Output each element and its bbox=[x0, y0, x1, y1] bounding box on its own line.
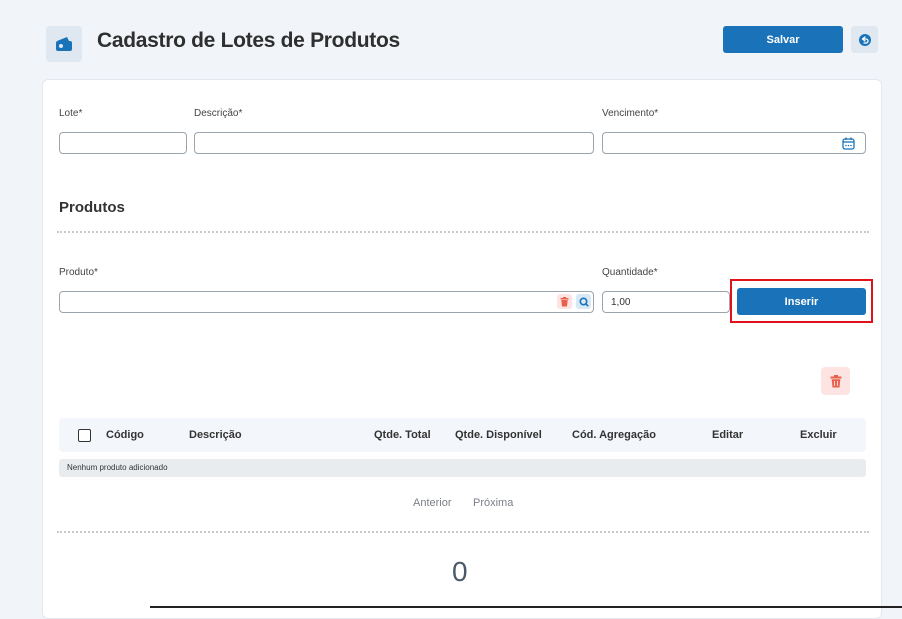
select-all-checkbox[interactable] bbox=[78, 429, 91, 442]
col-qtde-disponivel[interactable]: Qtde. Disponível bbox=[455, 429, 542, 441]
vencimento-field[interactable] bbox=[602, 132, 866, 154]
insert-button[interactable]: Inserir bbox=[737, 288, 866, 315]
produto-label: Produto* bbox=[59, 267, 98, 278]
col-codigo[interactable]: Código bbox=[106, 429, 144, 441]
total-value: 0 bbox=[452, 556, 468, 587]
lote-field[interactable] bbox=[59, 132, 187, 154]
lote-label: Lote* bbox=[59, 108, 83, 119]
quantidade-field[interactable]: 1,00 bbox=[602, 291, 730, 313]
delete-selected-icon[interactable] bbox=[821, 367, 850, 395]
descricao-label: Descrição* bbox=[194, 108, 243, 119]
section-title-produtos: Produtos bbox=[59, 199, 125, 216]
form-card bbox=[42, 79, 882, 619]
col-cod-agregacao[interactable]: Cód. Agregação bbox=[572, 429, 656, 441]
save-button[interactable]: Salvar bbox=[723, 26, 843, 53]
col-excluir: Excluir bbox=[800, 429, 837, 441]
undo-icon[interactable] bbox=[851, 26, 878, 53]
vencimento-label: Vencimento* bbox=[602, 108, 659, 119]
table-empty-row: Nenhum produto adicionado bbox=[59, 459, 866, 477]
col-descricao[interactable]: Descrição bbox=[189, 429, 242, 441]
wallet-icon bbox=[46, 26, 82, 62]
previous-page-link[interactable]: Anterior bbox=[413, 497, 452, 509]
divider bbox=[57, 531, 869, 533]
divider bbox=[57, 231, 869, 233]
col-editar: Editar bbox=[712, 429, 744, 441]
quantidade-label: Quantidade* bbox=[602, 267, 658, 278]
col-qtde-total[interactable]: Qtde. Total bbox=[374, 429, 431, 441]
produto-field[interactable] bbox=[59, 291, 594, 313]
page-title: Cadastro de Lotes de Produtos bbox=[97, 29, 400, 52]
descricao-field[interactable] bbox=[194, 132, 594, 154]
search-icon[interactable] bbox=[576, 294, 591, 309]
empty-message: Nenhum produto adicionado bbox=[67, 463, 168, 472]
next-page-link[interactable]: Próxima bbox=[473, 497, 513, 509]
table-header: Código Descrição Qtde. Total Qtde. Dispo… bbox=[59, 418, 866, 452]
clear-product-icon[interactable] bbox=[557, 294, 572, 309]
calendar-icon[interactable] bbox=[842, 137, 855, 150]
